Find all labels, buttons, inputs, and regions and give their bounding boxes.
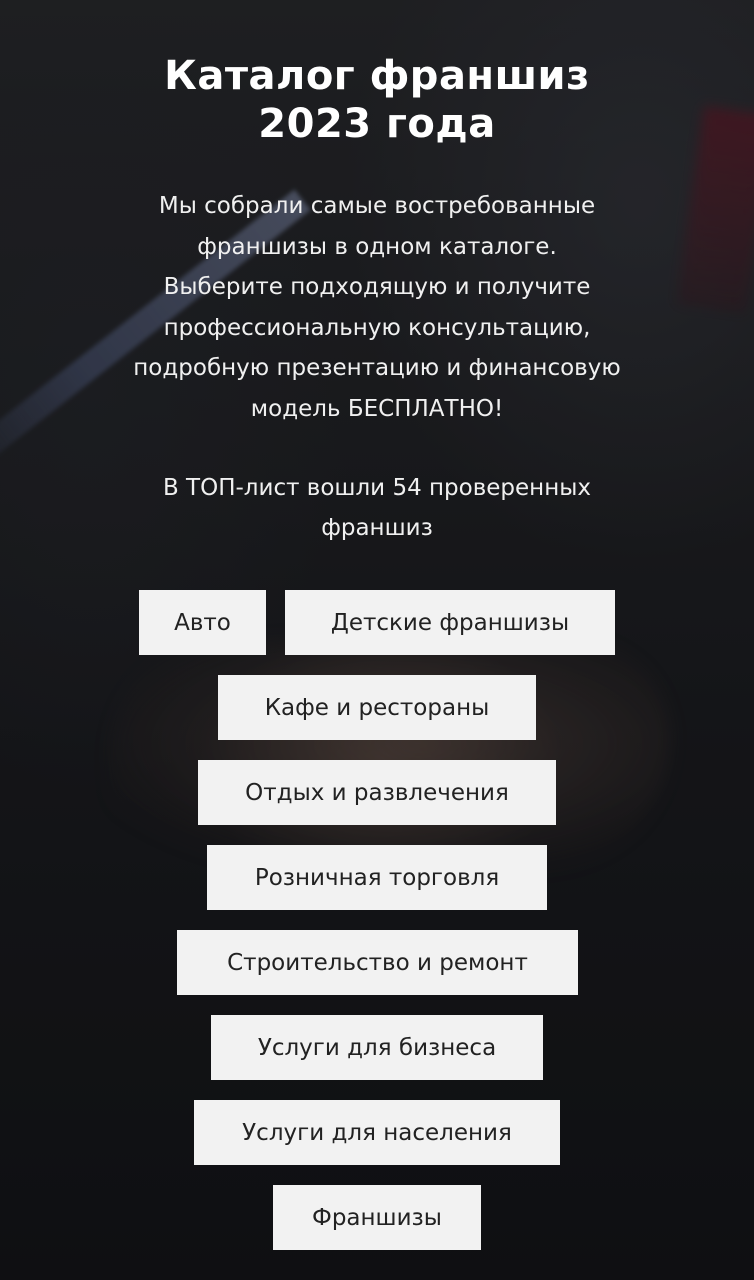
category-button-construction-repair[interactable]: Строительство и ремонт [177,930,578,995]
category-button-consumer-services[interactable]: Услуги для населения [194,1100,560,1165]
page: Каталог франшиз 2023 года Мы собрали сам… [0,0,754,1280]
top-note-line: франшиз [321,515,433,541]
hero-content: Каталог франшиз 2023 года Мы собрали сам… [0,0,754,1280]
description-line: модель БЕСПЛАТНО! [250,395,504,422]
description-line: Мы собрали самые востребованные [158,193,596,219]
page-title: Каталог франшиз 2023 года [60,52,694,148]
category-button-business-services[interactable]: Услуги для бизнеса [211,1015,543,1080]
description-line: франшизы в одном каталоге. [197,233,557,260]
description-line: подробную презентацию и финансовую [133,355,621,381]
intro-description: Мы собрали самые востребованные франшизы… [40,186,714,429]
description-line: профессиональную консультацию, [163,314,591,341]
category-button-cafes-restaurants[interactable]: Кафе и рестораны [218,675,536,740]
page-title-line: Каталог франшиз [164,53,590,99]
category-button-kids[interactable]: Детские франшизы [285,590,615,655]
category-button-franchises[interactable]: Франшизы [273,1185,481,1250]
category-button-auto[interactable]: Авто [139,590,266,655]
description-line: Выберите подходящую и получите [163,274,591,300]
top-list-note: В ТОП-лист вошли 54 проверенных франшиз [60,468,694,548]
page-title-line: 2023 года [258,101,496,147]
category-button-leisure-entertainment[interactable]: Отдых и развлечения [198,760,556,825]
category-button-retail[interactable]: Розничная торговля [207,845,547,910]
top-note-line: В ТОП-лист вошли 54 проверенных [162,475,592,501]
